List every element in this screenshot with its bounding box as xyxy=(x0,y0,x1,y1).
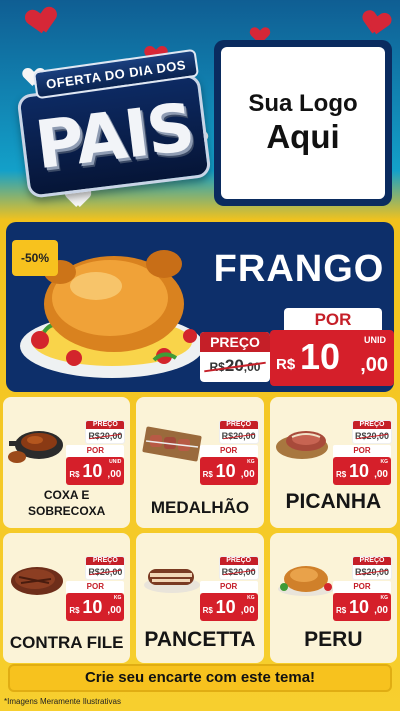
cta-banner[interactable]: Crie seu encarte com este tema! xyxy=(8,664,392,692)
steak-board-icon xyxy=(275,431,328,459)
old-price-tag: PREÇO R$20,00 xyxy=(353,556,391,579)
featured-product[interactable]: -50% FRANGO PREÇO R$20,00 POR UNID R$ 10… xyxy=(6,222,394,392)
new-price-label: POR xyxy=(199,445,258,457)
old-price-tag: PREÇO R$20,00 xyxy=(200,332,270,382)
new-price-tag: KG R$ 10,00 xyxy=(333,457,391,485)
product-card[interactable]: PREÇO R$20,00 POR KG R$ 10,00 MEDALHÃO xyxy=(136,397,264,528)
chicken-pan-icon xyxy=(8,431,63,463)
disclaimer-text: *Imagens Meramente Ilustrativas xyxy=(4,697,121,706)
new-price-label: POR xyxy=(333,580,391,593)
product-card[interactable]: PREÇO R$20,00 POR KG R$ 10,00 PERU xyxy=(269,532,397,663)
new-price-tag: KG R$ 10,00 xyxy=(199,592,258,621)
new-price-tag: KG R$ 10,00 xyxy=(66,592,125,621)
skewers-icon xyxy=(142,426,202,462)
old-price-label: PREÇO xyxy=(200,332,270,352)
product-name: PERU xyxy=(304,627,363,651)
new-price-label: POR xyxy=(199,580,258,593)
new-price-tag: KG R$ 10,00 xyxy=(199,457,258,485)
heart-icon xyxy=(362,10,390,38)
steak-icon xyxy=(11,566,63,595)
new-price-tag: UNID R$ 10 ,00 xyxy=(270,330,394,386)
old-price-tag: PREÇO R$20,00 xyxy=(86,421,125,443)
product-card[interactable]: PREÇO R$20,00 POR KG R$ 10,00 PICANHA xyxy=(269,397,397,528)
heart-icon xyxy=(27,7,58,38)
new-price-label: POR xyxy=(333,445,391,457)
old-price-value: R$20,00 xyxy=(200,352,270,381)
price-cents: ,00 xyxy=(360,354,388,376)
old-price-tag: PREÇO R$20,00 xyxy=(353,421,391,443)
price-unit: UNID xyxy=(364,335,386,345)
new-price-tag: KG R$ 10,00 xyxy=(333,592,391,621)
product-name: CONTRA FILE xyxy=(9,633,124,653)
logo-inner: Sua Logo Aqui xyxy=(221,47,385,199)
pork-belly-icon xyxy=(144,568,201,593)
price-currency: R$ xyxy=(276,356,296,373)
logo-line1: Sua Logo xyxy=(248,90,358,118)
product-name: PICANHA xyxy=(285,490,382,514)
featured-name: FRANGO xyxy=(213,248,385,290)
new-price-label: POR xyxy=(284,308,382,332)
pais-word: PAIS xyxy=(31,88,197,184)
new-price-tag: UNID R$ 10,00 xyxy=(66,457,125,485)
old-price-tag: PREÇO R$20,00 xyxy=(219,556,258,579)
logo-placeholder[interactable]: Sua Logo Aqui xyxy=(214,40,392,206)
product-grid: PREÇO R$20,00 POR UNID R$ 10,00 COXA E SOBR… xyxy=(3,397,397,663)
hero-title: PAIS OFERTA DO DIA DOS xyxy=(14,48,212,200)
product-card[interactable]: PREÇO R$20,00 POR UNID R$ 10,00 COXA E SOBR… xyxy=(3,397,131,528)
logo-line2: Aqui xyxy=(266,117,340,155)
price-amount: 10 xyxy=(300,336,341,377)
new-price-label: POR xyxy=(66,445,125,457)
old-price-tag: PREÇO R$20,00 xyxy=(219,421,258,443)
discount-badge: -50% xyxy=(12,240,58,276)
product-name: PANCETTA xyxy=(144,627,256,651)
product-card[interactable]: PREÇO R$20,00 POR KG R$ 10,00 CONTRA FILE xyxy=(3,532,131,663)
old-price-tag: PREÇO R$20,00 xyxy=(86,556,125,579)
product-card[interactable]: PREÇO R$20,00 POR KG R$ 10,00 PANCETTA xyxy=(136,532,264,663)
new-price-label: POR xyxy=(66,580,125,593)
turkey-icon xyxy=(277,565,334,596)
product-name: COXA E SOBRECOXA xyxy=(27,488,106,519)
product-name: MEDALHÃO xyxy=(150,497,250,517)
